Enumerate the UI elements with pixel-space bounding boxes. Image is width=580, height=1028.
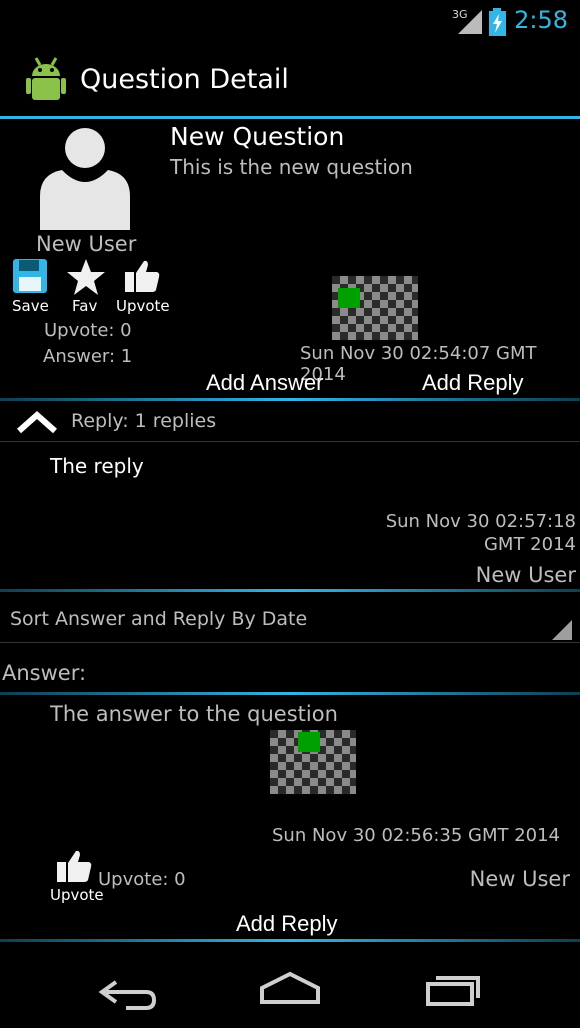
action-bar-divider bbox=[0, 116, 580, 119]
divider bbox=[0, 441, 580, 442]
recent-apps-button[interactable] bbox=[416, 968, 492, 1012]
section-divider bbox=[0, 939, 580, 942]
answer-upvote-button[interactable]: Upvote bbox=[48, 848, 104, 908]
thumbs-up-icon bbox=[125, 260, 160, 292]
sort-selected-value: Sort Answer and Reply By Date bbox=[10, 608, 308, 630]
question-body: This is the new question bbox=[170, 155, 413, 179]
question-author: New User bbox=[36, 232, 137, 256]
answer-author: New User bbox=[469, 867, 570, 891]
answer-upvote-count: Upvote: 0 bbox=[98, 869, 186, 890]
replies-count-label: Reply: 1 replies bbox=[71, 410, 217, 432]
save-button[interactable]: Save bbox=[8, 258, 52, 318]
question-answer-count: Answer: 1 bbox=[43, 346, 133, 367]
signal-icon bbox=[458, 10, 482, 34]
add-reply-button[interactable]: Add Reply bbox=[422, 370, 524, 396]
upvote-button[interactable]: Upvote bbox=[114, 258, 170, 318]
thumbs-up-icon bbox=[57, 850, 92, 882]
question-title: New Question bbox=[170, 122, 345, 151]
reply-timestamp-line2: GMT 2014 bbox=[483, 534, 576, 555]
android-app-icon bbox=[26, 57, 66, 100]
upvote-label: Upvote bbox=[116, 297, 170, 315]
navigation-bar bbox=[0, 950, 580, 1028]
answers-label: Answer: bbox=[2, 661, 87, 685]
fav-label: Fav bbox=[72, 297, 98, 315]
question-upvote-count: Upvote: 0 bbox=[44, 320, 132, 341]
section-divider bbox=[0, 589, 580, 592]
save-label: Save bbox=[12, 297, 49, 315]
battery-charging-icon bbox=[489, 8, 506, 36]
back-icon bbox=[98, 980, 157, 1010]
replies-header[interactable]: Reply: 1 replies bbox=[0, 402, 580, 440]
reply-timestamp: Sun Nov 30 02:57:18 GMT 2014 bbox=[386, 511, 576, 555]
answer-text: The answer to the question bbox=[50, 702, 338, 726]
spinner-triangle-icon bbox=[552, 620, 572, 640]
reply-author: New User bbox=[475, 563, 576, 587]
reply-timestamp-line1: Sun Nov 30 02:57:18 bbox=[385, 511, 576, 532]
answer-upvote-label: Upvote bbox=[50, 886, 104, 904]
sort-spinner[interactable]: Sort Answer and Reply By Date bbox=[0, 598, 580, 643]
back-button[interactable] bbox=[92, 968, 168, 1012]
add-answer-button[interactable]: Add Answer bbox=[206, 370, 323, 396]
section-divider bbox=[0, 692, 580, 695]
answer-add-reply-button[interactable]: Add Reply bbox=[236, 911, 338, 937]
fav-button[interactable]: Fav bbox=[64, 258, 108, 318]
answer-image-placeholder bbox=[270, 730, 356, 794]
page-title: Question Detail bbox=[80, 64, 289, 95]
home-icon bbox=[260, 971, 320, 1004]
answer-timestamp: Sun Nov 30 02:56:35 GMT 2014 bbox=[272, 825, 561, 846]
section-divider bbox=[0, 398, 580, 401]
star-icon bbox=[67, 259, 105, 295]
user-avatar-icon bbox=[40, 128, 130, 230]
chevron-up-icon bbox=[17, 410, 57, 434]
save-icon bbox=[13, 259, 47, 293]
clock: 2:58 bbox=[514, 6, 568, 34]
question-image-placeholder bbox=[332, 276, 418, 340]
recent-apps-icon bbox=[426, 976, 480, 1006]
home-button[interactable] bbox=[252, 968, 328, 1012]
status-bar: 3G 2:58 bbox=[0, 0, 580, 42]
reply-text: The reply bbox=[50, 454, 144, 478]
